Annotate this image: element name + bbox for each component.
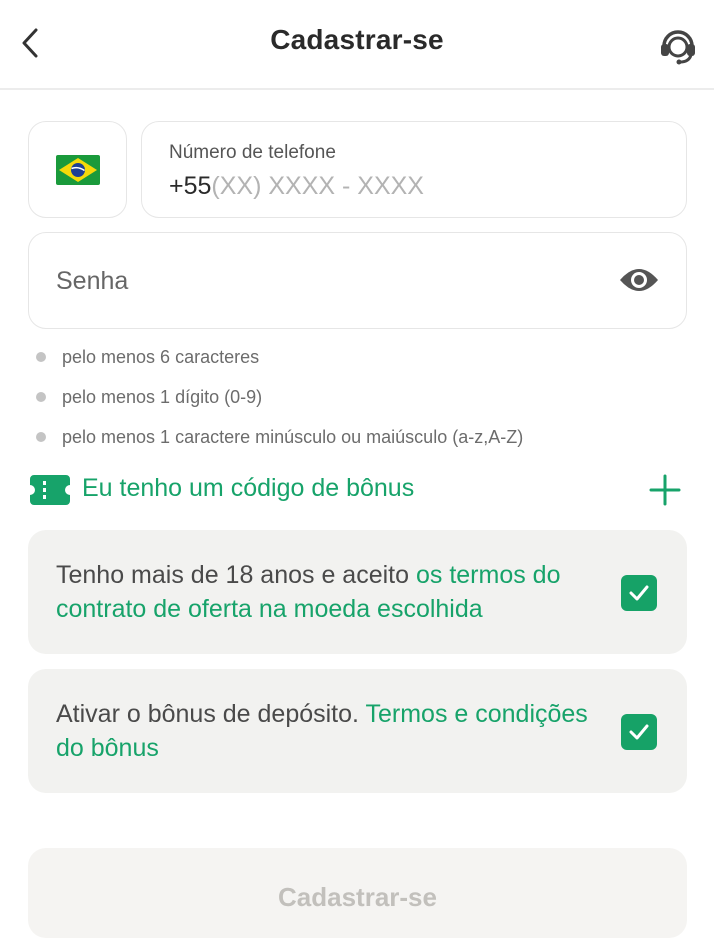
terms-agreement-card: Tenho mais de 18 anos e aceito os termos… xyxy=(28,530,687,654)
terms-text: Tenho mais de 18 anos e aceito os termos… xyxy=(56,561,561,623)
password-rule: pelo menos 1 dígito (0-9) xyxy=(34,380,694,420)
ticket-icon xyxy=(30,475,70,505)
password-placeholder: Senha xyxy=(56,267,129,295)
deposit-bonus-checkbox[interactable] xyxy=(621,714,657,750)
check-icon xyxy=(629,585,649,601)
deposit-bonus-card: Ativar o bônus de depósito. Termos e con… xyxy=(28,669,687,793)
plus-icon[interactable] xyxy=(648,473,682,507)
bullet-icon xyxy=(36,432,46,442)
phone-field[interactable]: Número de telefone +55(XX) XXXX - XXXX xyxy=(141,121,687,218)
deposit-bonus-text: Ativar o bônus de depósito. Termos e con… xyxy=(56,700,588,762)
country-selector[interactable] xyxy=(28,121,127,218)
password-rule: pelo menos 6 caracteres xyxy=(34,340,694,380)
brazil-flag-icon xyxy=(56,155,100,185)
top-bar: Cadastrar-se xyxy=(0,0,714,90)
terms-checkbox[interactable] xyxy=(621,575,657,611)
bonus-code-label: Eu tenho um código de bônus xyxy=(82,474,415,502)
register-button[interactable]: Cadastrar-se xyxy=(28,848,687,938)
phone-placeholder: (XX) XXXX - XXXX xyxy=(211,172,424,200)
support-headset-icon[interactable] xyxy=(656,22,700,66)
password-rules: pelo menos 6 caracteres pelo menos 1 díg… xyxy=(34,340,694,460)
bullet-icon xyxy=(36,392,46,402)
page-title: Cadastrar-se xyxy=(270,24,444,55)
phone-country-code: +55 xyxy=(169,172,212,200)
eye-icon[interactable] xyxy=(619,266,659,294)
bullet-icon xyxy=(36,352,46,362)
bonus-code-toggle[interactable]: Eu tenho um código de bônus xyxy=(30,470,686,510)
phone-input[interactable]: +55(XX) XXXX - XXXX xyxy=(169,172,424,201)
password-rule: pelo menos 1 caractere minúsculo ou maiú… xyxy=(34,420,694,460)
phone-field-label: Número de telefone xyxy=(169,142,336,163)
check-icon xyxy=(629,724,649,740)
password-field[interactable]: Senha xyxy=(28,232,687,329)
